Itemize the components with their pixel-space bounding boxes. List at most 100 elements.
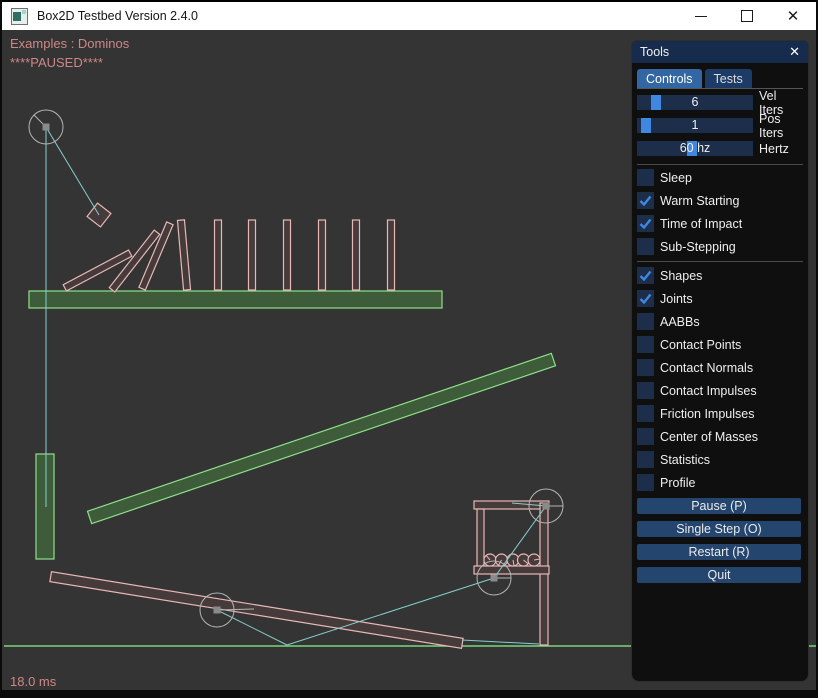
static-body: [36, 454, 54, 559]
window-title-bar: Box2D Testbed Version 2.4.0 ✕: [2, 0, 816, 30]
panel-close-icon[interactable]: ✕: [789, 44, 800, 60]
checkbox-statistics[interactable]: Statistics: [637, 451, 803, 468]
checkbox-time-of-impact[interactable]: Time of Impact: [637, 215, 803, 232]
check-icon: [637, 290, 654, 307]
close-icon: ✕: [787, 9, 800, 24]
checkbox-section: Sleep Warm Starting Time of Impact Sub-Step…: [637, 169, 803, 491]
dynamic-body: [474, 566, 549, 574]
checkbox-box[interactable]: [637, 192, 654, 209]
tools-panel: Tools ✕ Controls Tests 6Vel Iters 1 Pos It…: [631, 40, 809, 682]
minimize-button[interactable]: [678, 2, 724, 30]
app-window: Examples : Dominos ****PAUSED**** 18.0 m…: [0, 0, 818, 698]
checkbox-label: Contact Points: [660, 338, 741, 352]
check-icon: [637, 267, 654, 284]
checkbox-box[interactable]: [637, 428, 654, 445]
checkbox-sleep[interactable]: Sleep: [637, 169, 803, 186]
static-body: [29, 291, 442, 308]
check-icon: [637, 215, 654, 232]
checkbox-label: Center of Masses: [660, 430, 758, 444]
dynamic-body: [249, 220, 256, 290]
tab-tests[interactable]: Tests: [705, 69, 752, 88]
action-buttons: Pause (P) Single Step (O) Restart (R) Quit: [637, 498, 803, 583]
slider-row-vel-iters: 6Vel Iters: [637, 95, 803, 110]
slider-vel-iters[interactable]: 6: [637, 95, 753, 110]
slider-label: Pos Iters: [759, 112, 803, 140]
checkbox-label: Shapes: [660, 269, 702, 283]
button-pause-p[interactable]: Pause (P): [637, 498, 801, 514]
button-single-step-o[interactable]: Single Step (O): [637, 521, 801, 537]
joint-anchor: [43, 124, 50, 131]
checkbox-label: Sub-Stepping: [660, 240, 736, 254]
checkbox-box[interactable]: [637, 336, 654, 353]
paused-status-label: ****PAUSED****: [10, 55, 103, 70]
checkbox-box[interactable]: [637, 313, 654, 330]
checkbox-label: Sleep: [660, 171, 692, 185]
dynamic-body: [284, 220, 291, 290]
dynamic-body: [50, 572, 463, 649]
maximize-button[interactable]: [724, 2, 770, 30]
dynamic-body: [319, 220, 326, 290]
check-icon: [637, 192, 654, 209]
checkbox-box[interactable]: [637, 290, 654, 307]
checkbox-contact-normals[interactable]: Contact Normals: [637, 359, 803, 376]
slider-value: 6: [637, 95, 753, 110]
checkbox-contact-points[interactable]: Contact Points: [637, 336, 803, 353]
checkbox-label: Time of Impact: [660, 217, 742, 231]
separator: [637, 164, 803, 165]
button-restart-r[interactable]: Restart (R): [637, 544, 801, 560]
checkbox-joints[interactable]: Joints: [637, 290, 803, 307]
dynamic-body: [63, 250, 132, 291]
separator: [637, 261, 803, 262]
checkbox-box[interactable]: [637, 169, 654, 186]
joint-anchor: [491, 575, 498, 582]
dynamic-body: [477, 509, 484, 567]
checkbox-box[interactable]: [637, 267, 654, 284]
checkbox-warm-starting[interactable]: Warm Starting: [637, 192, 803, 209]
checkbox-label: Contact Impulses: [660, 384, 757, 398]
slider-value: 1: [637, 118, 753, 133]
slider-value: 60 hz: [637, 141, 753, 156]
slider-pos-iters[interactable]: 1: [637, 118, 753, 133]
checkbox-center-of-masses[interactable]: Center of Masses: [637, 428, 803, 445]
slider-label: Hertz: [759, 142, 789, 156]
checkbox-box[interactable]: [637, 451, 654, 468]
tab-controls[interactable]: Controls: [637, 69, 702, 88]
frame-time-label: 18.0 ms: [10, 674, 56, 689]
checkbox-friction-impulses[interactable]: Friction Impulses: [637, 405, 803, 422]
joint-anchor: [214, 607, 221, 614]
dynamic-body: [177, 220, 190, 290]
checkbox-box[interactable]: [637, 238, 654, 255]
window-title: Box2D Testbed Version 2.4.0: [37, 9, 198, 23]
checkbox-label: Contact Normals: [660, 361, 753, 375]
checkbox-box[interactable]: [637, 405, 654, 422]
example-name-label: Examples : Dominos: [10, 36, 129, 51]
tools-panel-body: Controls Tests 6Vel Iters 1 Pos Iters 60 hz…: [632, 63, 808, 583]
checkbox-label: Warm Starting: [660, 194, 739, 208]
checkbox-box[interactable]: [637, 215, 654, 232]
checkbox-box[interactable]: [637, 474, 654, 491]
maximize-icon: [741, 10, 753, 22]
button-quit[interactable]: Quit: [637, 567, 801, 583]
minimize-icon: [695, 16, 707, 17]
checkbox-sub-stepping[interactable]: Sub-Stepping: [637, 238, 803, 255]
tools-panel-title: Tools: [640, 45, 669, 59]
checkbox-aabbs[interactable]: AABBs: [637, 313, 803, 330]
dynamic-body: [353, 220, 360, 290]
checkbox-profile[interactable]: Profile: [637, 474, 803, 491]
dynamic-body: [388, 220, 395, 290]
checkbox-label: Joints: [660, 292, 693, 306]
app-icon: [11, 8, 28, 25]
checkbox-label: Friction Impulses: [660, 407, 754, 421]
slider-hertz[interactable]: 60 hz: [637, 141, 753, 156]
tab-bar: Controls Tests: [637, 69, 803, 89]
tools-panel-titlebar[interactable]: Tools ✕: [632, 41, 808, 63]
close-button[interactable]: ✕: [770, 2, 816, 30]
joint-anchor: [543, 503, 550, 510]
checkbox-label: Statistics: [660, 453, 710, 467]
checkbox-box[interactable]: [637, 382, 654, 399]
checkbox-box[interactable]: [637, 359, 654, 376]
checkbox-contact-impulses[interactable]: Contact Impulses: [637, 382, 803, 399]
checkbox-shapes[interactable]: Shapes: [637, 267, 803, 284]
checkbox-label: AABBs: [660, 315, 700, 329]
slider-section: 6Vel Iters 1 Pos Iters 60 hz Hertz: [637, 95, 803, 156]
